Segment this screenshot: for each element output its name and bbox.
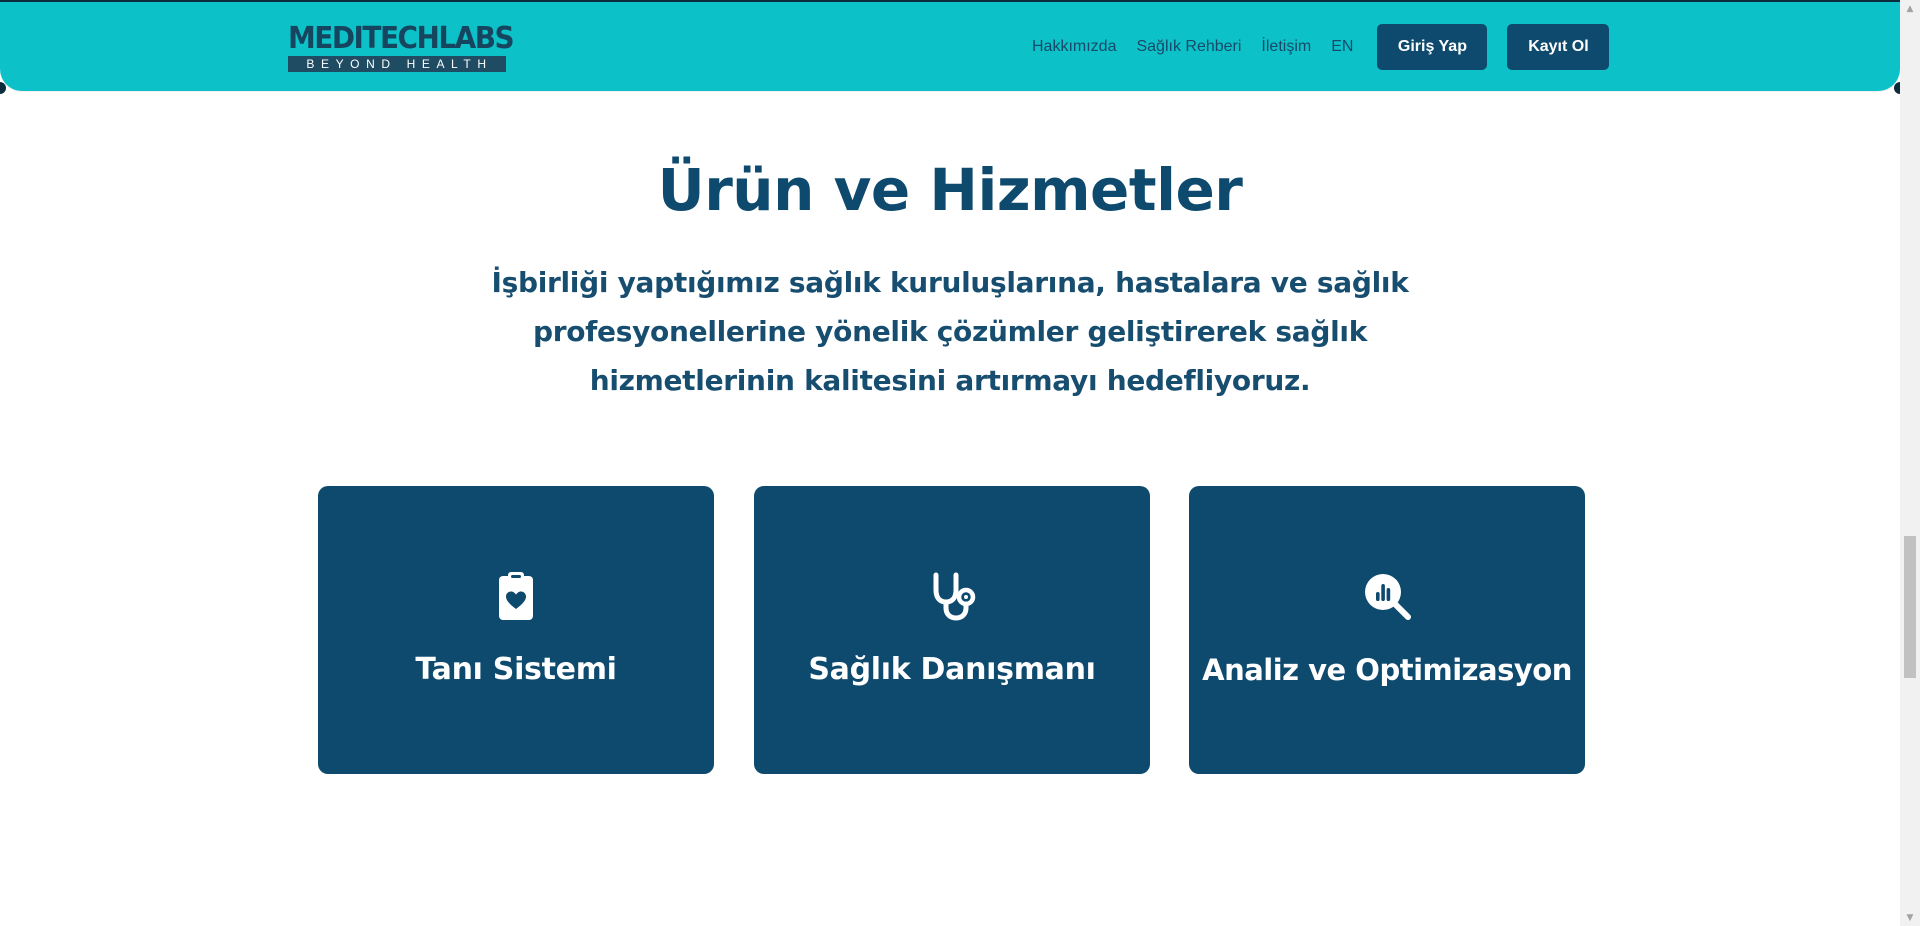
page-title: Ürün ve Hizmetler xyxy=(657,156,1243,224)
vertical-scrollbar[interactable]: ▲ ▼ xyxy=(1900,0,1920,926)
services-cards: Tanı Sistemi Sağlık Danışmanı Analiz ve … xyxy=(318,486,1585,774)
card-title-diagnosis: Tanı Sistemi xyxy=(415,652,617,687)
page-viewport: MEDITECHLABS BEYOND HEALTH Hakkımızda Sa… xyxy=(0,0,1900,926)
card-title-analysis: Analiz ve Optimizasyon xyxy=(1202,653,1572,687)
register-button[interactable]: Kayıt Ol xyxy=(1507,23,1610,70)
scroll-thumb[interactable] xyxy=(1904,536,1916,678)
language-switch-en[interactable]: EN xyxy=(1331,38,1353,56)
logo-tagline: BEYOND HEALTH xyxy=(288,56,506,72)
nav-link-about[interactable]: Hakkımızda xyxy=(1032,38,1116,56)
main-nav: Hakkımızda Sağlık Rehberi İletişim EN Gi… xyxy=(1032,2,1610,91)
logo-wordmark: MEDITECHLABS xyxy=(288,21,515,56)
site-header: MEDITECHLABS BEYOND HEALTH Hakkımızda Sa… xyxy=(0,2,1900,91)
scroll-down-arrow-icon[interactable]: ▼ xyxy=(1900,909,1920,926)
magnifier-chart-icon xyxy=(1361,570,1413,622)
logo[interactable]: MEDITECHLABS BEYOND HEALTH xyxy=(288,21,515,72)
nav-link-contact[interactable]: İletişim xyxy=(1261,38,1311,56)
page-subtitle: İşbirliği yaptığımız sağlık kuruluşların… xyxy=(491,266,1409,397)
service-card-analysis[interactable]: Analiz ve Optimizasyon xyxy=(1189,486,1585,774)
service-card-health-advisor[interactable]: Sağlık Danışmanı xyxy=(754,486,1150,774)
nav-link-health-guide[interactable]: Sağlık Rehberi xyxy=(1136,38,1241,56)
scroll-up-arrow-icon[interactable]: ▲ xyxy=(1900,0,1920,17)
login-button[interactable]: Giriş Yap xyxy=(1377,23,1488,70)
clipboard-heart-icon xyxy=(490,570,542,622)
card-title-health-advisor: Sağlık Danışmanı xyxy=(808,652,1096,687)
service-card-diagnosis[interactable]: Tanı Sistemi xyxy=(318,486,714,774)
stethoscope-icon xyxy=(926,570,978,622)
